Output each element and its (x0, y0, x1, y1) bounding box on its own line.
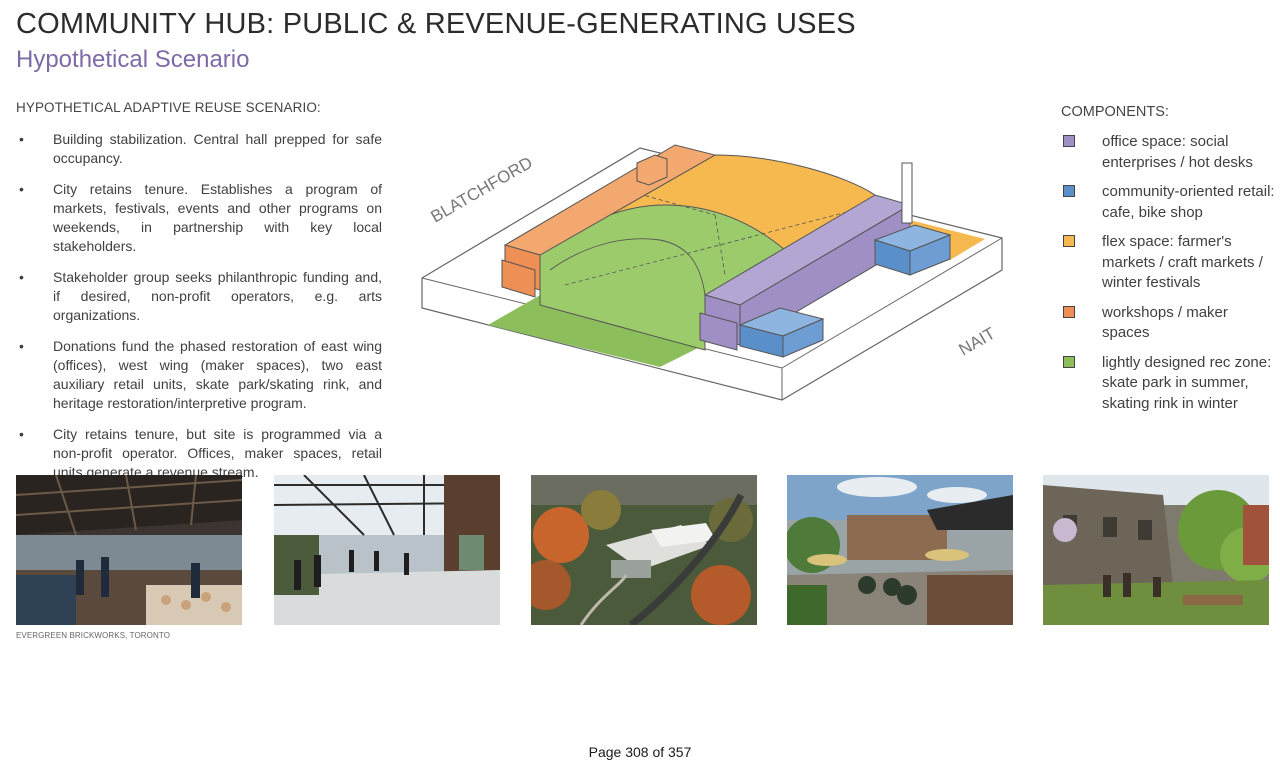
legend-label: office space: social enterprises / hot d… (1102, 133, 1253, 171)
scenario-item: • Donations fund the phased restoration o… (16, 337, 382, 413)
indoor-market-photo (16, 475, 242, 625)
page-subtitle: Hypothetical Scenario (16, 46, 250, 73)
scenario-item: • City retains tenure, but site is progra… (16, 425, 382, 482)
scenario-item: • Stakeholder group seeks philanthropic f… (16, 268, 382, 325)
nait-label: NAIT (956, 324, 999, 360)
scenario-item-text: Stakeholder group seeks philanthropic fu… (53, 269, 382, 323)
bullet-icon: • (19, 426, 24, 442)
outdoor-patio-photo (787, 475, 1013, 625)
legend-label: workshops / maker spaces (1102, 303, 1228, 342)
legend-swatch (1063, 235, 1075, 247)
legend-item-rec: lightly designed rec zone: skate park in… (1063, 353, 1278, 415)
legend-item-flex: flex space: farmer's markets / craft mar… (1063, 232, 1278, 294)
legend-label: lightly designed rec zone: skate park in… (1102, 353, 1272, 412)
bullet-icon: • (19, 269, 24, 285)
aerial-site-photo (531, 475, 757, 625)
scenario-list: • Building stabilization. Central hall pr… (16, 130, 382, 494)
scenario-item: • City retains tenure. Establishes a prog… (16, 180, 382, 256)
page-number: Page 308 of 357 (588, 744, 692, 760)
legend-label: community-oriented retail: cafe, bike sh… (1102, 183, 1275, 221)
components-heading: COMPONENTS: (1061, 104, 1169, 120)
scenario-item-text: Donations fund the phased restoration of… (53, 338, 382, 411)
photo-caption: EVERGREEN BRICKWORKS, TORONTO (16, 631, 171, 640)
open-pavilion-photo (274, 475, 500, 625)
scenario-heading: HYPOTHETICAL ADAPTIVE REUSE SCENARIO: (16, 100, 321, 115)
legend-item-office: office space: social enterprises / hot d… (1063, 132, 1278, 173)
bullet-icon: • (19, 338, 24, 354)
smokestack (901, 162, 913, 224)
scenario-item-text: City retains tenure. Establishes a progr… (53, 181, 382, 254)
bullet-icon: • (19, 181, 24, 197)
scenario-item-text: Building stabilization. Central hall pre… (53, 131, 382, 166)
legend-swatch (1063, 305, 1075, 318)
page-title: COMMUNITY HUB: PUBLIC & REVENUE-GENERATI… (16, 8, 856, 40)
garden-courtyard-photo (1043, 475, 1269, 625)
legend-item-workshops: workshops / maker spaces (1063, 303, 1278, 344)
legend-swatch (1063, 355, 1075, 368)
legend-item-retail: community-oriented retail: cafe, bike sh… (1063, 182, 1278, 223)
scenario-item: • Building stabilization. Central hall pr… (16, 130, 382, 168)
scenario-item-text: City retains tenure, but site is program… (53, 426, 382, 480)
legend-swatch (1063, 135, 1075, 147)
bullet-icon: • (19, 131, 24, 147)
axonometric-site-diagram: BLATCHFORD NAIT (421, 144, 1003, 401)
components-legend: office space: social enterprises / hot d… (1063, 132, 1278, 423)
blatchford-label: BLATCHFORD (428, 153, 536, 226)
legend-swatch (1063, 185, 1075, 197)
legend-label: flex space: farmer's markets / craft mar… (1102, 233, 1263, 291)
photo-strip (16, 475, 1269, 625)
